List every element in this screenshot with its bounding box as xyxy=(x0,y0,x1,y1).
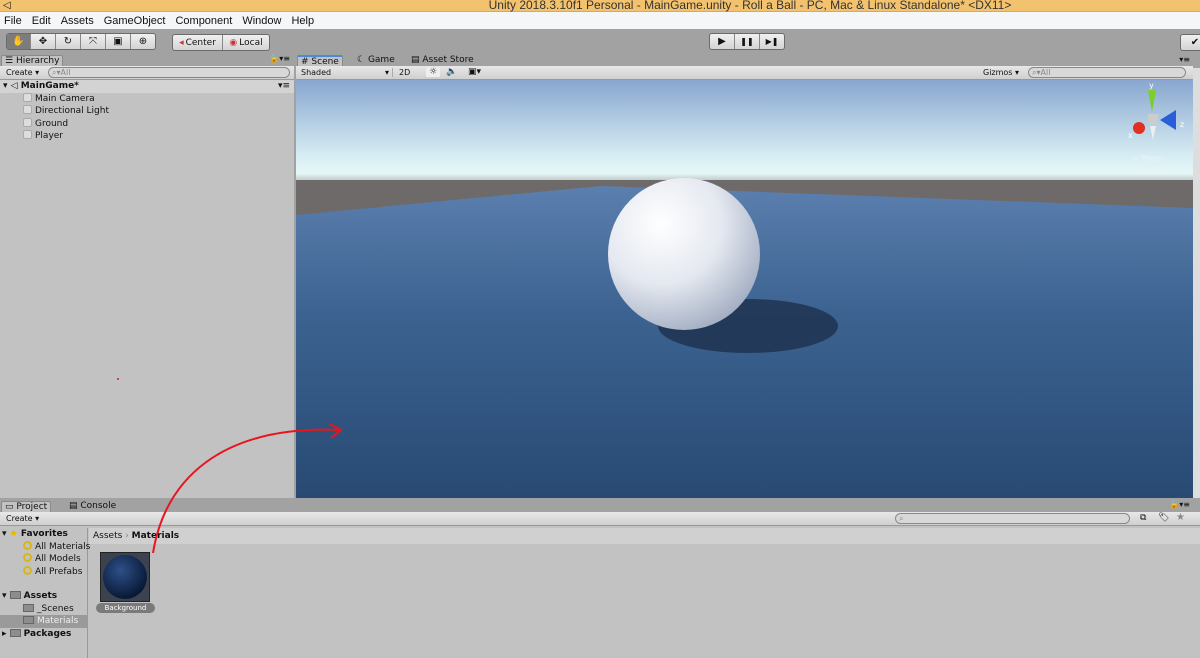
hierarchy-search-input[interactable]: ⌕▾All xyxy=(48,67,290,78)
draw-mode-dropdown[interactable]: Shaded ▾ xyxy=(301,68,393,77)
create-dropdown[interactable]: Create ▾ xyxy=(6,514,39,523)
search-icon xyxy=(23,540,32,550)
star-icon: ★ xyxy=(9,529,18,539)
collab-button[interactable]: ✔ xyxy=(1180,34,1200,51)
effects-toggle-icon[interactable]: ▣▾ xyxy=(468,67,481,77)
folder-icon xyxy=(9,591,21,599)
folder-icon xyxy=(23,616,34,624)
pivot-local-button[interactable]: ◉ Local xyxy=(223,35,269,50)
step-button[interactable]: ▶❚ xyxy=(760,34,784,49)
breadcrumb: Assets › Materials xyxy=(89,528,1200,544)
asset-thumbnail[interactable] xyxy=(100,552,150,602)
search-by-type-icon[interactable]: ⧉ xyxy=(1140,513,1146,523)
gizmo-x-label: x xyxy=(1128,131,1133,140)
scale-tool-button[interactable]: ⤧ xyxy=(81,34,106,49)
search-by-label-icon[interactable]: 🏷 xyxy=(1158,513,1169,523)
menu-window[interactable]: Window xyxy=(242,15,281,27)
main-toolbar: ✋ ✥ ↻ ⤧ ▣ ⊕ ◂ Center ◉ Local ▶ ❚❚ ▶❚ ✔ xyxy=(0,29,1200,54)
asset-label[interactable]: Background xyxy=(96,603,155,613)
project-panel: ▭ Project ▤ Console 🔒▾≡ Create ▾ ⌕ ⧉ 🏷 ★… xyxy=(0,500,1200,658)
scene-root-row[interactable]: ▾ ◁ MainGame* ▾≡ xyxy=(0,80,294,93)
breadcrumb-assets[interactable]: Assets xyxy=(93,531,122,541)
folder-icon xyxy=(23,603,34,612)
project-tree: ▾ ★ Favorites All Materials All Models A… xyxy=(0,528,90,658)
menu-gameobject[interactable]: GameObject xyxy=(104,15,166,27)
hand-tool-button[interactable]: ✋ xyxy=(7,34,31,49)
tree-assets[interactable]: ▾ Assets xyxy=(0,590,87,603)
sky xyxy=(296,80,1193,190)
folder-icon xyxy=(9,628,21,637)
hierarchy-item[interactable]: Ground xyxy=(0,117,294,131)
window-title: Unity 2018.3.10f1 Personal - MainGame.un… xyxy=(488,0,1012,12)
menu-help[interactable]: Help xyxy=(291,15,314,27)
pivot-center-button[interactable]: ◂ Center xyxy=(173,35,223,50)
gameobject-icon xyxy=(23,92,32,102)
tree-item-selected[interactable]: Materials xyxy=(0,615,87,628)
play-button[interactable]: ▶ xyxy=(710,34,735,49)
menu-bar: File Edit Assets GameObject Component Wi… xyxy=(0,12,1200,29)
scene-tabstrip: # Scene ☾ Game ▤ Asset Store ▾≡ xyxy=(296,54,1200,67)
breadcrumb-materials[interactable]: Materials xyxy=(132,531,179,541)
gameobject-icon xyxy=(23,130,32,139)
search-icon xyxy=(23,553,32,562)
project-tabstrip: ▭ Project ▤ Console 🔒▾≡ xyxy=(0,500,1200,513)
hierarchy-tabstrip: ☰ Hierarchy 🔒▾≡ xyxy=(0,54,294,67)
lighting-toggle-icon[interactable]: ☼ xyxy=(426,67,441,77)
move-tool-button[interactable]: ✥ xyxy=(31,34,56,49)
project-search-input[interactable]: ⌕ xyxy=(895,513,1130,524)
transform-tool-button[interactable]: ⊕ xyxy=(131,34,155,49)
pivot-toggles: ◂ Center ◉ Local xyxy=(172,34,270,51)
tree-item[interactable]: All Prefabs xyxy=(0,565,87,579)
panel-menu-icon[interactable]: ▾≡ xyxy=(1179,55,1190,64)
menu-assets[interactable]: Assets xyxy=(61,15,94,27)
title-bar: ◁ Unity 2018.3.10f1 Personal - MainGame.… xyxy=(0,0,1200,12)
hierarchy-item[interactable]: Directional Light xyxy=(0,105,294,118)
menu-component[interactable]: Component xyxy=(175,15,232,27)
hierarchy-toolbar: Create ▾ ⌕▾All xyxy=(0,66,294,80)
search-icon xyxy=(23,565,32,575)
tree-favorites[interactable]: ▾ ★ Favorites xyxy=(0,528,87,541)
create-dropdown[interactable]: Create ▾ xyxy=(6,68,39,77)
tree-item[interactable]: All Models xyxy=(0,553,87,566)
play-controls: ▶ ❚❚ ▶❚ xyxy=(709,33,785,50)
panel-menu-icon[interactable]: 🔒▾≡ xyxy=(269,54,290,63)
pause-button[interactable]: ❚❚ xyxy=(735,34,760,49)
audio-toggle-icon[interactable]: 🔈 xyxy=(446,67,457,77)
transform-tools: ✋ ✥ ↻ ⤧ ▣ ⊕ xyxy=(6,33,156,50)
panel-menu-icon[interactable]: 🔒▾≡ xyxy=(1169,500,1190,509)
project-toolbar: Create ▾ ⌕ ⧉ 🏷 ★ xyxy=(0,512,1200,526)
scene-scrollbar[interactable] xyxy=(1193,68,1200,498)
scene-viewport[interactable]: y z x < Persp xyxy=(296,80,1193,498)
projection-label[interactable]: < Persp xyxy=(1132,154,1163,163)
tree-item[interactable]: All Materials xyxy=(0,540,90,554)
hierarchy-item[interactable]: Player xyxy=(0,130,294,143)
hierarchy-item[interactable]: Main Camera xyxy=(0,92,294,106)
rect-tool-button[interactable]: ▣ xyxy=(106,34,131,49)
tree-item[interactable]: _Scenes xyxy=(0,603,87,616)
gameobject-icon xyxy=(23,117,32,127)
gameobject-icon xyxy=(23,105,32,114)
menu-edit[interactable]: Edit xyxy=(32,15,51,27)
gizmo-y-label: y xyxy=(1149,81,1154,90)
player-sphere xyxy=(608,178,760,330)
gizmo-z-label: z xyxy=(1180,120,1184,129)
rotate-tool-button[interactable]: ↻ xyxy=(56,34,81,49)
material-sphere-icon xyxy=(103,555,147,599)
2d-toggle[interactable]: 2D xyxy=(399,68,410,77)
scene-panel: # Scene ☾ Game ▤ Asset Store ▾≡ Shaded ▾ … xyxy=(296,54,1200,500)
favorites-star-icon[interactable]: ★ xyxy=(1176,512,1185,523)
hierarchy-panel: ☰ Hierarchy 🔒▾≡ Create ▾ ⌕▾All ▾ ◁ MainG… xyxy=(0,54,294,498)
menu-file[interactable]: File xyxy=(4,15,22,27)
scene-toolbar: Shaded ▾ 2D ☼ 🔈 ▣▾ Gizmos ▾ ⌕▾All xyxy=(296,66,1193,80)
tree-packages[interactable]: ▸ Packages xyxy=(0,628,87,641)
scene-search-input[interactable]: ⌕▾All xyxy=(1028,67,1186,78)
gizmos-dropdown[interactable]: Gizmos ▾ xyxy=(983,68,1019,77)
